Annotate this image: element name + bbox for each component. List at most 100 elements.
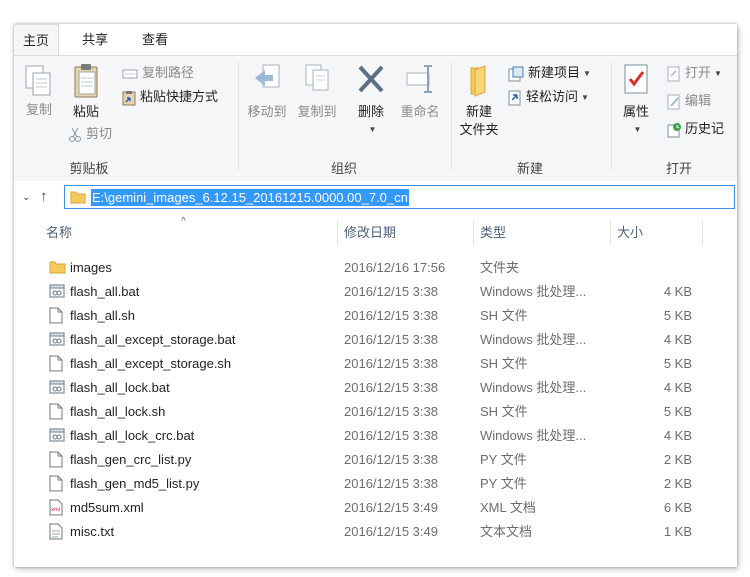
explorer-window: 主页 共享 查看 复制 粘贴 复制路径 粘贴快捷方式 剪切 剪贴板 移动到 复制… <box>14 24 737 567</box>
file-name: images <box>70 260 112 275</box>
file-size: 2 KB <box>663 476 692 491</box>
file-size: 2 KB <box>663 452 692 467</box>
cut-button[interactable]: 剪切 <box>68 124 112 144</box>
file-size: 4 KB <box>663 332 692 347</box>
file-name: flash_all_except_storage.sh <box>70 356 232 371</box>
file-type: SH 文件 <box>480 404 528 419</box>
file-type: SH 文件 <box>480 308 528 323</box>
bat-file-icon <box>49 379 65 395</box>
new-group-label: 新建 <box>516 161 543 176</box>
file-size: 4 KB <box>663 428 692 443</box>
move-to-button[interactable]: 移动到 <box>244 62 290 121</box>
file-type: Windows 批处理... <box>480 284 587 299</box>
tab-share[interactable]: 共享 <box>82 24 108 55</box>
file-date-modified: 2016/12/15 3:38 <box>344 428 438 443</box>
file-name: flash_all_lock.bat <box>70 380 170 395</box>
ribbon-tab-strip: 主页 共享 查看 <box>14 24 737 56</box>
new-item-button[interactable]: 新建项目 ▼ <box>508 63 591 83</box>
file-type: SH 文件 <box>480 356 528 371</box>
chevron-down-icon: ▼ <box>581 92 589 102</box>
edit-icon <box>667 94 681 110</box>
properties-button[interactable]: 属性 ▼ <box>616 62 656 136</box>
move-to-icon <box>251 62 283 100</box>
column-divider[interactable] <box>702 220 703 246</box>
open-button[interactable]: 打开 ▼ <box>667 63 722 83</box>
copy-icon <box>24 64 54 98</box>
rename-icon <box>404 62 436 100</box>
file-row[interactable]: flash_gen_md5_list.py 2016/12/15 3:38 PY 文… <box>14 472 737 496</box>
file-row[interactable]: flash_all_lock.bat 2016/12/15 3:38 Windows… <box>14 376 737 400</box>
column-divider[interactable] <box>337 220 338 246</box>
open-label: 打开 <box>685 65 712 80</box>
file-row[interactable]: flash_all_except_storage.sh 2016/12/15 3:… <box>14 352 737 376</box>
rename-button[interactable]: 重命名 <box>397 62 443 121</box>
delete-x-icon <box>356 62 386 100</box>
file-size: 5 KB <box>663 404 692 419</box>
file-date-modified: 2016/12/16 17:56 <box>344 260 446 275</box>
file-type: PY 文件 <box>480 452 527 467</box>
column-divider[interactable] <box>610 220 611 246</box>
column-size[interactable]: 大小 <box>617 220 643 246</box>
file-name: misc.txt <box>70 524 115 539</box>
file-date-modified: 2016/12/15 3:38 <box>344 308 438 323</box>
file-date-modified: 2016/12/15 3:38 <box>344 284 438 299</box>
file-row[interactable]: flash_all_except_storage.bat 2016/12/15 3… <box>14 328 737 352</box>
file-name: flash_gen_md5_list.py <box>70 476 200 491</box>
file-row[interactable]: images 2016/12/16 17:56 文件夹 <box>14 256 737 280</box>
edit-button[interactable]: 编辑 <box>667 91 711 111</box>
file-name: flash_all.bat <box>70 284 140 299</box>
copy-to-icon <box>301 62 333 100</box>
doc-file-icon <box>49 307 63 324</box>
file-row[interactable]: flash_all_lock.sh 2016/12/15 3:38 SH 文件 5 K… <box>14 400 737 424</box>
new-folder-label-2: 文件夹 <box>459 122 499 137</box>
file-date-modified: 2016/12/15 3:38 <box>344 356 438 371</box>
scissors-icon <box>68 127 82 143</box>
new-folder-button[interactable]: 新建 文件夹 <box>456 62 502 139</box>
file-row[interactable]: flash_all.sh 2016/12/15 3:38 SH 文件 5 KB <box>14 304 737 328</box>
file-name: flash_all_lock.sh <box>70 404 166 419</box>
delete-button[interactable]: 删除 ▼ <box>351 62 391 136</box>
file-date-modified: 2016/12/15 3:49 <box>344 500 438 515</box>
folder-icon <box>70 190 86 204</box>
paste-shortcut-icon <box>122 90 136 106</box>
bat-file-icon <box>49 331 65 347</box>
address-bar[interactable]: E:\gemini_images_6.12.15_20161215.0000.0… <box>64 185 735 209</box>
easy-access-icon <box>508 90 522 106</box>
paste-shortcut-button[interactable]: 粘贴快捷方式 <box>122 87 218 107</box>
tab-home[interactable]: 主页 <box>14 24 60 56</box>
file-row[interactable]: flash_gen_crc_list.py 2016/12/15 3:38 PY 文… <box>14 448 737 472</box>
column-date-modified[interactable]: 修改日期 <box>344 220 396 246</box>
column-name[interactable]: 名称 <box>46 220 72 246</box>
file-list: images 2016/12/16 17:56 文件夹 flash_all.bat 20… <box>14 256 737 544</box>
doc-file-icon <box>49 451 63 468</box>
copy-to-button[interactable]: 复制到 <box>294 62 340 121</box>
file-row[interactable]: misc.txt 2016/12/15 3:49 文本文档 1 KB <box>14 520 737 544</box>
new-item-icon <box>508 66 524 82</box>
up-arrow-icon[interactable]: ↑ <box>40 188 48 205</box>
address-path[interactable]: E:\gemini_images_6.12.15_20161215.0000.0… <box>91 189 409 206</box>
group-divider <box>611 62 612 170</box>
file-row[interactable]: flash_all_lock_crc.bat 2016/12/15 3:38 Win… <box>14 424 737 448</box>
file-name: flash_all_lock_crc.bat <box>70 428 195 443</box>
copy-path-button[interactable]: 复制路径 <box>122 63 194 83</box>
column-type[interactable]: 类型 <box>480 220 506 246</box>
file-size: 4 KB <box>663 284 692 299</box>
delete-label: 删除 <box>357 104 384 119</box>
history-button[interactable]: 历史记 <box>667 119 724 139</box>
organize-group-label: 组织 <box>330 161 357 176</box>
chevron-down-icon: ▼ <box>633 125 642 135</box>
file-name: flash_all_except_storage.bat <box>70 332 236 347</box>
chevron-down-icon: ▼ <box>583 68 591 78</box>
tab-view[interactable]: 查看 <box>142 24 168 55</box>
easy-access-label: 轻松访问 <box>526 89 579 104</box>
copy-button[interactable]: 复制 <box>20 64 58 119</box>
file-row[interactable]: xml md5sum.xml 2016/12/15 3:49 XML 文档 6 KB <box>14 496 737 520</box>
file-date-modified: 2016/12/15 3:38 <box>344 452 438 467</box>
recent-locations-chevron-icon[interactable]: ⌄ <box>22 192 30 203</box>
file-row[interactable]: flash_all.bat 2016/12/15 3:38 Windows 批处理.… <box>14 280 737 304</box>
paste-button[interactable]: 粘贴 <box>66 62 106 121</box>
file-size: 5 KB <box>663 308 692 323</box>
column-divider[interactable] <box>473 220 474 246</box>
easy-access-button[interactable]: 轻松访问 ▼ <box>508 87 589 107</box>
bat-file-icon <box>49 283 65 299</box>
